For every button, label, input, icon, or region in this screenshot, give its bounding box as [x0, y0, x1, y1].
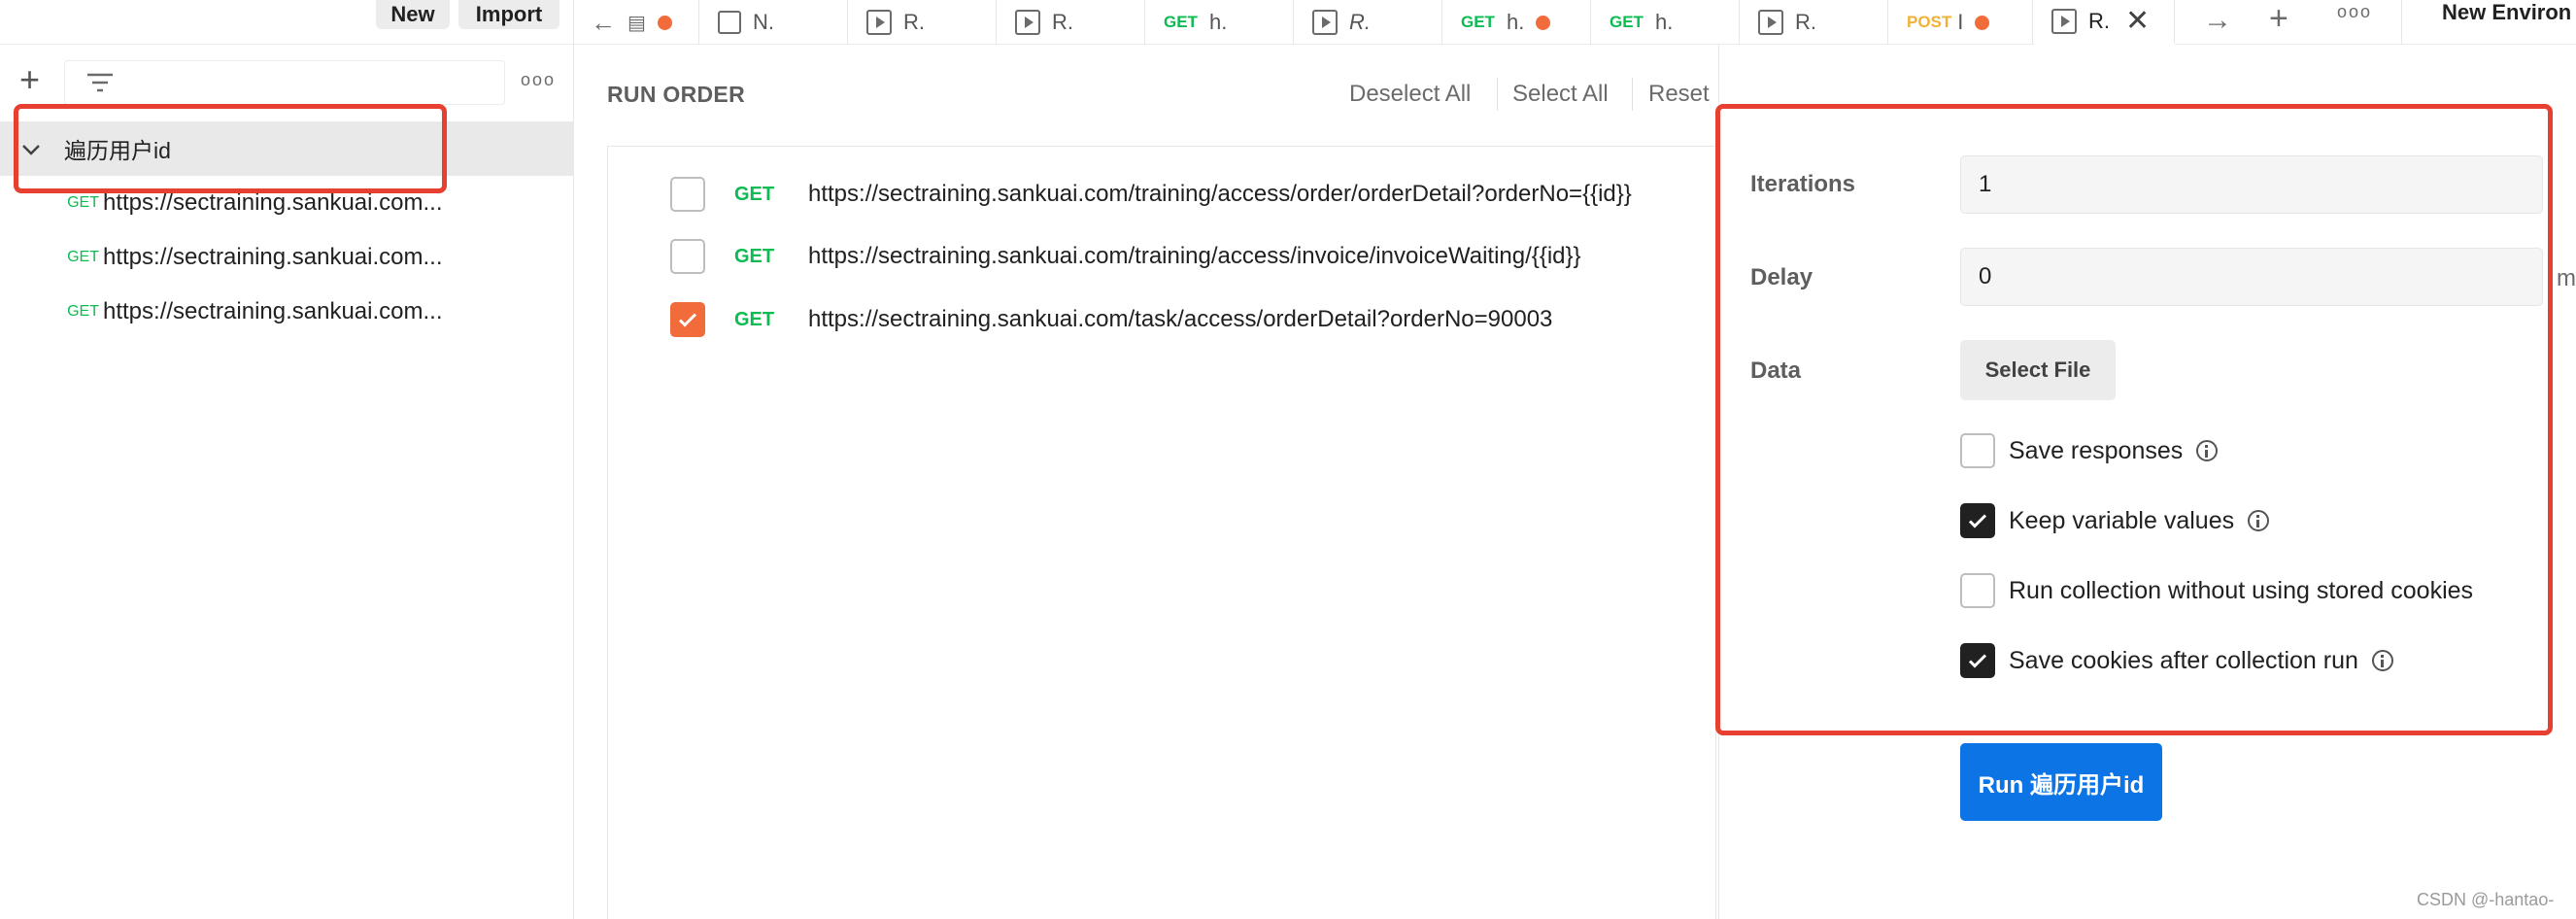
request-method: GET	[734, 308, 775, 330]
tab-method: GET	[1610, 13, 1644, 31]
tab-6[interactable]: GET h.	[1443, 0, 1591, 45]
tab-method: GET	[1461, 13, 1495, 31]
tab-7[interactable]: GET h.	[1592, 0, 1740, 45]
request-checkbox-checked[interactable]	[670, 302, 705, 337]
request-url: https://sectraining.sankuai.com...	[103, 244, 443, 270]
reset-button[interactable]: Reset	[1648, 81, 1710, 108]
request-url: https://sectraining.sankuai.com...	[103, 298, 443, 324]
document-icon: ▤	[627, 12, 646, 34]
request-checkbox[interactable]	[670, 239, 705, 274]
request-url: https://sectraining.sankuai.com...	[103, 189, 443, 216]
runner-icon	[2051, 8, 2077, 34]
tab-active-runner[interactable]: R. ✕	[2034, 0, 2175, 45]
arrow-right-icon[interactable]: →	[2203, 4, 2232, 37]
tab-label: R.	[903, 10, 925, 34]
tab-method: POST	[1907, 13, 1952, 31]
filter-icon	[87, 73, 113, 92]
deselect-all-button[interactable]: Deselect All	[1349, 81, 1471, 108]
tab-label: R.	[1052, 10, 1073, 34]
runner-icon	[866, 10, 892, 35]
tab-3[interactable]: R.	[998, 0, 1145, 45]
run-order-row[interactable]: GET https://sectraining.sankuai.com/task…	[670, 300, 1552, 339]
request-url: https://sectraining.sankuai.com/training…	[808, 243, 1581, 269]
run-order-row[interactable]: GET https://sectraining.sankuai.com/trai…	[670, 175, 1632, 214]
check-icon	[678, 313, 697, 327]
unsaved-dot	[657, 15, 672, 30]
arrow-left-icon: ←	[591, 7, 616, 37]
import-button[interactable]: Import	[458, 0, 559, 29]
tab-1[interactable]: N.	[700, 0, 848, 45]
more-icon[interactable]: ooo	[2337, 2, 2372, 22]
tab-label: h.	[1208, 10, 1228, 34]
request-url: https://sectraining.sankuai.com/training…	[808, 181, 1632, 207]
tab-label: R.	[1349, 10, 1371, 34]
highlight-box-collection	[14, 104, 447, 193]
tab-2[interactable]: R.	[849, 0, 997, 45]
add-tab-icon[interactable]: +	[2269, 0, 2288, 38]
new-button[interactable]: New	[376, 0, 450, 29]
tab-5[interactable]: R.	[1295, 0, 1442, 45]
tab-history[interactable]: ← ▤	[573, 0, 699, 45]
unsaved-dot	[1536, 15, 1551, 30]
runner-icon	[1312, 10, 1338, 35]
tab-8[interactable]: R.	[1741, 0, 1888, 45]
tab-label: h.	[1506, 10, 1525, 34]
tab-9[interactable]: POST I	[1889, 0, 2033, 45]
delay-unit: m	[2557, 265, 2576, 291]
environment-selector[interactable]: New Environ	[2442, 0, 2571, 25]
close-icon[interactable]: ✕	[2125, 4, 2150, 38]
select-all-button[interactable]: Select All	[1512, 81, 1609, 108]
request-url: https://sectraining.sankuai.com/task/acc…	[808, 306, 1553, 332]
run-collection-button[interactable]: Run 遍历用户id	[1960, 743, 2162, 821]
tab-4[interactable]: GET h.	[1146, 0, 1294, 45]
runner-icon	[1015, 10, 1040, 35]
divider	[1497, 78, 1498, 111]
divider	[1632, 78, 1633, 111]
request-icon	[718, 11, 741, 34]
watermark: CSDN @-hantao-	[2417, 890, 2555, 909]
tab-label: N.	[753, 10, 774, 34]
more-icon[interactable]: ooo	[521, 70, 556, 90]
highlight-box-options	[1715, 104, 2553, 735]
runner-icon	[1758, 10, 1783, 35]
tab-label: R.	[1795, 10, 1816, 34]
sidebar-request-item[interactable]: GET https://sectraining.sankuai.com...	[0, 285, 574, 339]
run-order-title: RUN ORDER	[607, 82, 745, 107]
filter-input[interactable]	[64, 60, 505, 105]
sidebar-request-item[interactable]: GET https://sectraining.sankuai.com...	[0, 230, 574, 285]
tab-label: R.	[2088, 8, 2110, 33]
tab-method: GET	[1164, 13, 1198, 31]
unsaved-dot	[1975, 15, 1990, 30]
request-method: GET	[67, 303, 99, 320]
request-method: GET	[734, 245, 775, 267]
run-order-row[interactable]: GET https://sectraining.sankuai.com/trai…	[670, 237, 1581, 276]
tab-label: h.	[1654, 10, 1674, 34]
add-icon[interactable]: +	[19, 62, 40, 97]
request-method: GET	[67, 249, 99, 265]
tab-label: I	[1957, 10, 1964, 34]
request-method: GET	[734, 183, 775, 205]
request-method: GET	[67, 194, 99, 211]
request-checkbox[interactable]	[670, 177, 705, 212]
divider	[2401, 0, 2402, 45]
